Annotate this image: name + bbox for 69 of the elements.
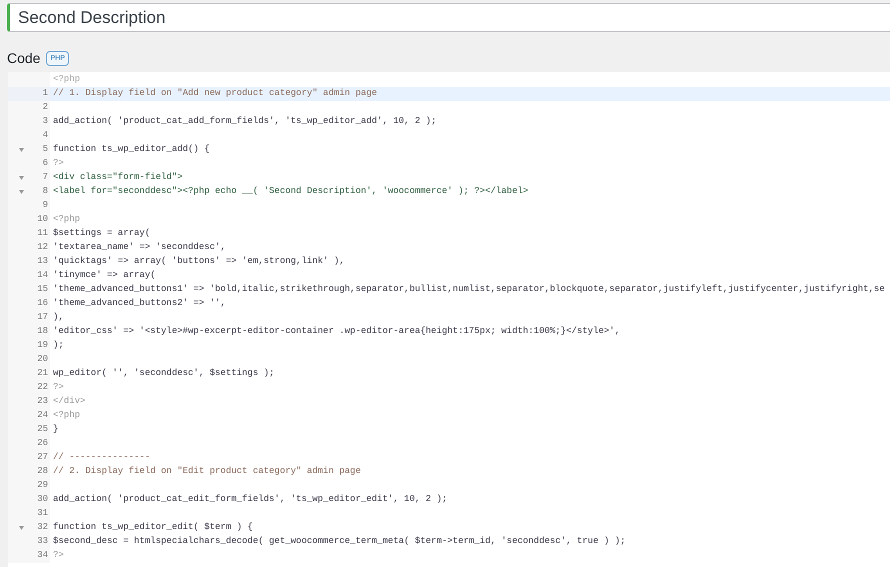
code-text: add_action( 'product_cat_add_form_fields', 'ts_wp_editor_add', 10, 2 ); (53, 115, 436, 128)
line-number: 24 (37, 409, 48, 422)
fold-arrow-icon[interactable] (19, 526, 24, 530)
line-number: 22 (37, 381, 48, 394)
code-text: 'quicktags' => array( 'buttons' => 'em,strong,link' ), (53, 255, 345, 268)
line-number: 34 (37, 549, 48, 562)
code-text: 'textarea_name' => 'seconddesc', (53, 241, 226, 254)
line-number: 9 (42, 199, 48, 212)
line-number: 23 (37, 395, 48, 408)
title-input-field[interactable]: Second Description (7, 3, 890, 32)
line-number: 7 (42, 171, 48, 184)
code-text: ); (53, 339, 64, 352)
line-number: 4 (42, 129, 48, 142)
code-text: $second_desc = htmlspecialchars_decode( get_woocommerce_term_meta( $term->term_id, 'seconddesc', true ) ); (53, 535, 626, 548)
line-number: 14 (37, 269, 48, 282)
code-text: <div class="form-field"> (53, 171, 183, 184)
code-text: } (53, 423, 58, 436)
line-number: 21 (37, 367, 48, 380)
code-comment: // 1. Display field on "Add new product category" admin page (53, 87, 378, 100)
code-text: ?> (53, 381, 64, 394)
code-comment: // 2. Display field on "Edit product category" admin page (53, 465, 361, 478)
line-number: 5 (42, 143, 48, 156)
line-number: 1 (42, 87, 48, 100)
line-number: 28 (37, 465, 48, 478)
code-text: wp_editor( '', 'seconddesc', $settings ); (53, 367, 274, 380)
line-number: 29 (37, 479, 48, 492)
line-number: 2 (42, 101, 48, 114)
line-number: 10 (37, 213, 48, 226)
line-number: 3 (42, 115, 48, 128)
fold-arrow-icon[interactable] (19, 190, 24, 194)
line-number: 8 (42, 185, 48, 198)
code-comment: // --------------- (53, 451, 150, 464)
line-number: 17 (37, 311, 48, 324)
line-number: 15 (37, 283, 48, 296)
line-number: 26 (37, 437, 48, 450)
line-number: 31 (37, 507, 48, 520)
line-number: 32 (37, 521, 48, 534)
code-text: <label for="seconddesc"><?php echo __( 'Second Description', 'woocommerce' ); ?></label> (53, 185, 528, 198)
code-text: function ts_wp_editor_edit( $term ) { (53, 521, 253, 534)
code-text: 'editor_css' => '<style>#wp-excerpt-editor-container .wp-editor-area{height:175px; width:100%;}</style>', (53, 325, 620, 338)
line-number: 30 (37, 493, 48, 506)
code-text: 'theme_advanced_buttons1' => 'bold,italic,strikethrough,separator,bullist,numlist,separator,blockquote,separator,justifyleft,justifycenter,justifyright,se (53, 283, 885, 296)
line-number: 27 (37, 451, 48, 464)
code-text: add_action( 'product_cat_edit_form_fields', 'ts_wp_editor_edit', 10, 2 ); (53, 493, 448, 506)
code-label: Code (7, 48, 40, 68)
code-text: $settings = array( (53, 227, 150, 240)
code-text: </div> (53, 395, 86, 408)
line-number: 13 (37, 255, 48, 268)
line-number: 18 (37, 325, 48, 338)
line-number: 16 (37, 297, 48, 310)
fold-arrow-icon[interactable] (19, 176, 24, 180)
code-text: 'tinymce' => array( (53, 269, 156, 282)
line-number: 20 (37, 353, 48, 366)
line-number: 6 (42, 157, 48, 170)
code-editor[interactable] (8, 72, 890, 567)
line-number: 25 (37, 423, 48, 436)
code-text: 'theme_advanced_buttons2' => '', (53, 297, 226, 310)
line-number: 12 (37, 241, 48, 254)
line-number: 11 (37, 227, 48, 240)
code-text: ?> (53, 157, 64, 170)
fold-arrow-icon[interactable] (19, 148, 24, 152)
php-open-tag: <?php (53, 72, 80, 86)
code-text: <?php (53, 213, 80, 226)
code-text: ), (53, 311, 64, 324)
code-text: <?php (53, 409, 80, 422)
line-number: 19 (37, 339, 48, 352)
code-text: function ts_wp_editor_add() { (53, 143, 210, 156)
code-text: ?> (53, 549, 64, 562)
line-number: 33 (37, 535, 48, 548)
